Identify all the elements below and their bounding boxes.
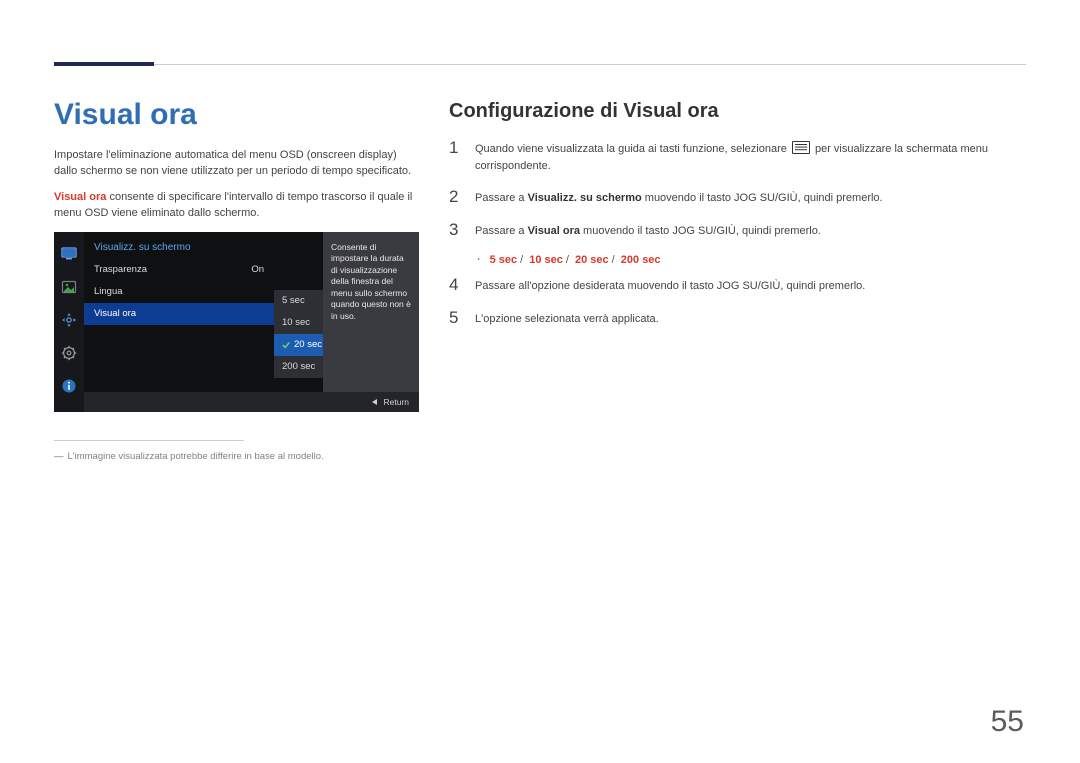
step-text: L'opzione selezionata verrà applicata. <box>475 309 659 328</box>
step-2-part-b: muovendo il tasto JOG SU/GIÙ, quindi pre… <box>642 192 883 204</box>
step-1-part-a: Quando viene visualizzata la guida ai ta… <box>475 143 790 155</box>
back-arrow-icon <box>372 399 377 405</box>
intro-paragraph-2: Visual ora consente di specificare l'int… <box>54 190 419 222</box>
osd-sub-label: 5 sec <box>282 295 305 306</box>
step-text: Passare a Visual ora muovendo il tasto J… <box>475 221 821 240</box>
step-1: 1 Quando viene visualizzata la guida ai … <box>449 139 1026 174</box>
step-number: 2 <box>449 188 463 205</box>
osd-sub-label: 200 sec <box>282 361 315 372</box>
footnote-text: L'immagine visualizzata potrebbe differi… <box>68 451 324 462</box>
step-3: 3 Passare a Visual ora muovendo il tasto… <box>449 221 1026 240</box>
step-3-part-b: muovendo il tasto JOG SU/GIÙ, quindi pre… <box>580 225 821 237</box>
osd-panel-title: Visualizz. su schermo <box>84 232 274 259</box>
osd-row-label: Lingua <box>94 286 123 297</box>
osd-main-panel: Visualizz. su schermo Trasparenza On Lin… <box>84 232 274 412</box>
header-accent-bar <box>54 62 154 66</box>
osd-row-label: Trasparenza <box>94 264 147 275</box>
osd-description: Consente di impostare la durata di visua… <box>323 232 419 392</box>
footnote: ― L'immagine visualizzata potrebbe differ… <box>54 451 419 462</box>
visual-ora-term: Visual ora <box>54 191 106 203</box>
osd-row-visual-ora: Visual ora <box>84 303 274 325</box>
section-title: Visual ora <box>54 98 419 132</box>
gear-icon <box>61 345 77 364</box>
step-2: 2 Passare a Visualizz. su schermo muoven… <box>449 188 1026 207</box>
page-number: 55 <box>991 705 1024 739</box>
step-2-part-a: Passare a <box>475 192 528 204</box>
osd-screenshot: Visualizz. su schermo Trasparenza On Lin… <box>54 232 419 412</box>
intro-paragraph-1: Impostare l'eliminazione automatica del … <box>54 148 419 180</box>
left-column: Visual ora Impostare l'eliminazione auto… <box>54 98 419 462</box>
osd-sub-label: 10 sec <box>282 317 310 328</box>
osd-return-label: Return <box>383 397 409 407</box>
osd-row-value: On <box>251 264 264 275</box>
option-5sec: 5 sec <box>490 254 518 266</box>
display-icon <box>61 246 77 265</box>
step-number: 1 <box>449 139 463 156</box>
step-number: 5 <box>449 309 463 326</box>
osd-row-label: Visual ora <box>94 308 136 319</box>
step-text: Quando viene visualizzata la guida ai ta… <box>475 139 1026 174</box>
bullet-icon: ‧ <box>477 254 481 266</box>
navigation-icon <box>61 312 77 331</box>
step-text: Passare all'opzione desiderata muovendo … <box>475 276 865 295</box>
step-number: 3 <box>449 221 463 238</box>
osd-sub-label: 20 sec <box>294 339 322 350</box>
osd-sidebar <box>54 232 84 412</box>
footnote-rule <box>54 440 244 441</box>
step-4: 4 Passare all'opzione desiderata muovend… <box>449 276 1026 295</box>
osd-row-lingua: Lingua <box>84 281 274 303</box>
info-icon <box>61 378 77 397</box>
header-rule <box>154 64 1026 65</box>
check-icon <box>282 341 290 349</box>
content-wrap: Visual ora Impostare l'eliminazione auto… <box>54 98 1026 462</box>
osd-footer: Return <box>84 392 419 412</box>
option-20sec: 20 sec <box>575 254 609 266</box>
menu-icon <box>792 141 810 154</box>
options-line: ‧ 5 sec/ 10 sec/ 20 sec/ 200 sec <box>477 253 1026 266</box>
picture-icon <box>61 279 77 298</box>
option-10sec: 10 sec <box>529 254 563 266</box>
step-text: Passare a Visualizz. su schermo muovendo… <box>475 188 883 207</box>
right-column: Configurazione di Visual ora 1 Quando vi… <box>449 98 1026 462</box>
step-5: 5 L'opzione selezionata verrà applicata. <box>449 309 1026 328</box>
step-3-bold: Visual ora <box>528 225 580 237</box>
footnote-dash: ― <box>54 451 64 462</box>
right-title: Configurazione di Visual ora <box>449 100 1026 123</box>
step-2-bold: Visualizz. su schermo <box>528 192 642 204</box>
step-3-part-a: Passare a <box>475 225 528 237</box>
option-200sec: 200 sec <box>621 254 661 266</box>
intro-paragraph-2-rest: consente di specificare l'intervallo di … <box>54 191 412 219</box>
step-number: 4 <box>449 276 463 293</box>
osd-row-trasparenza: Trasparenza On <box>84 259 274 281</box>
